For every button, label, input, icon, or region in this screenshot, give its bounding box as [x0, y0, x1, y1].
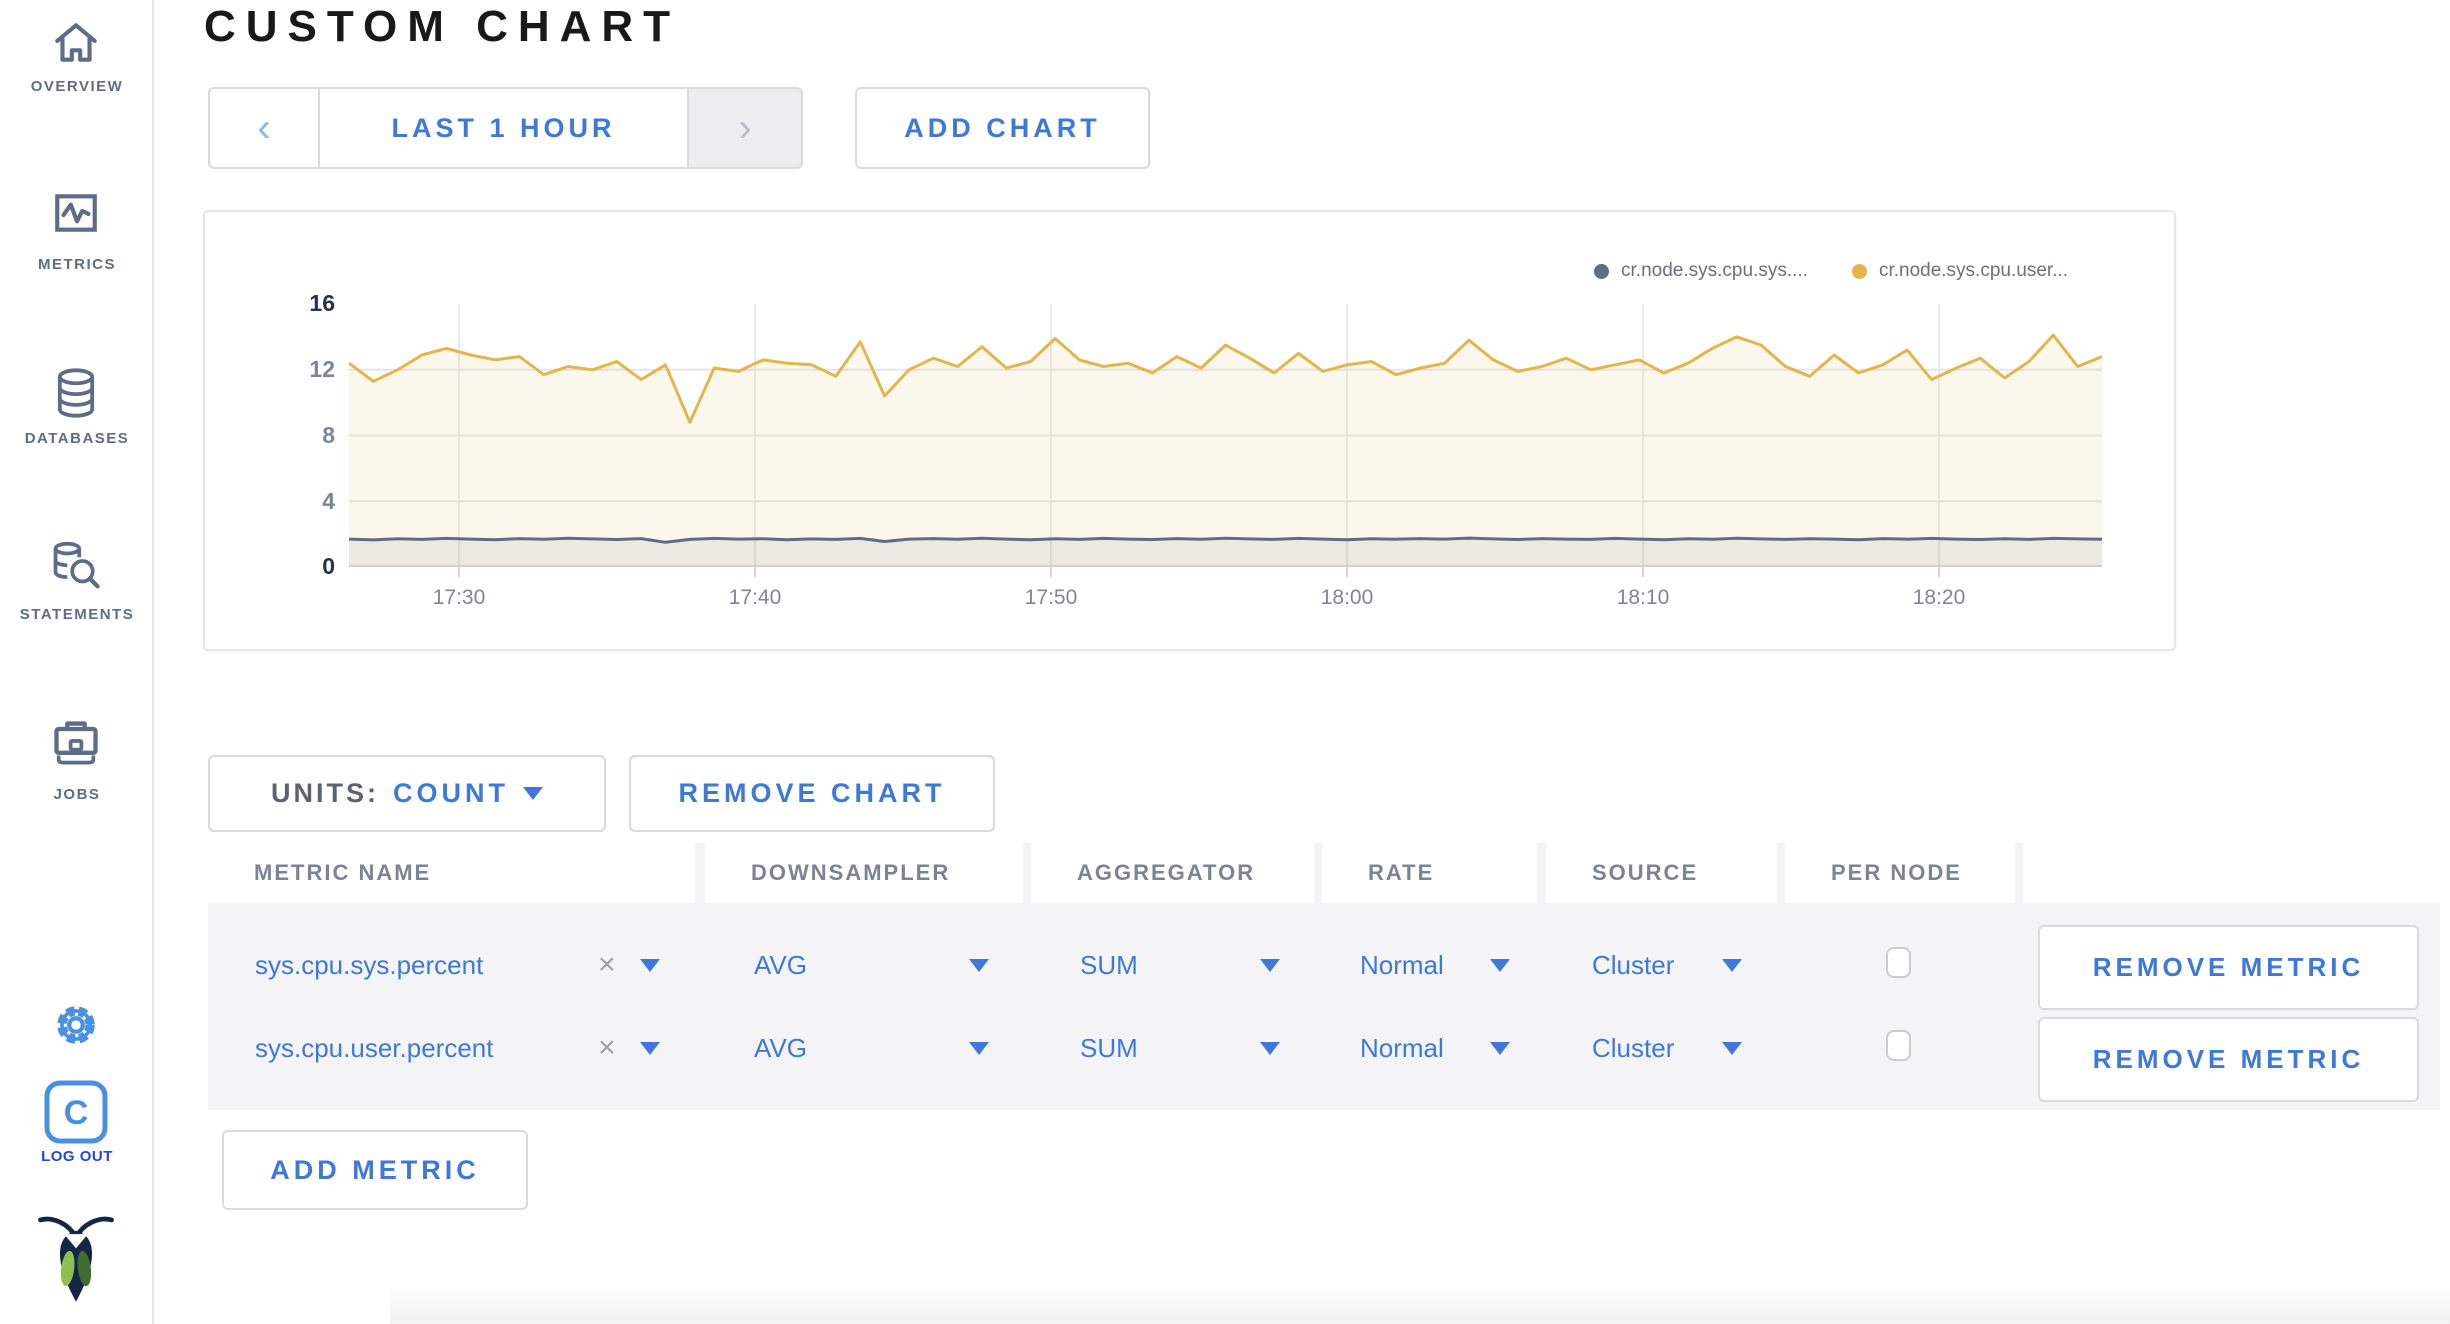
legend-dot-user	[1851, 263, 1867, 279]
x-axis-tick: 18:00	[1320, 586, 1374, 609]
remove-metric-button[interactable]: REMOVE METRIC	[2038, 1017, 2419, 1102]
home-icon	[55, 23, 97, 62]
units-dropdown[interactable]: UNITS: COUNT	[208, 755, 606, 832]
remove-metric-label: REMOVE METRIC	[2092, 952, 2365, 982]
aggregator-value[interactable]: SUM	[1080, 948, 1138, 982]
sidebar-item-label: JOBS	[53, 786, 101, 803]
logout-label: LOG OUT	[41, 1148, 113, 1165]
chart-card: cr.node.sys.cpu.sys.... cr.node.sys.cpu.…	[203, 210, 2176, 651]
statements-icon	[53, 541, 100, 589]
add-chart-button[interactable]: ADD CHART	[855, 87, 1150, 169]
caret-down-icon[interactable]	[640, 959, 660, 972]
y-axis-tick: 0	[322, 553, 335, 579]
aggregator-value[interactable]: SUM	[1080, 1031, 1138, 1065]
y-axis-tick: 8	[322, 422, 335, 448]
column-header-source: SOURCE	[1546, 843, 1777, 903]
rate-value[interactable]: Normal	[1360, 1031, 1444, 1065]
caret-down-icon[interactable]	[640, 1042, 660, 1055]
metric-name-value[interactable]: sys.cpu.sys.percent	[255, 948, 483, 982]
legend-item[interactable]: cr.node.sys.cpu.sys....	[1594, 260, 1808, 282]
metric-name-value[interactable]: sys.cpu.user.percent	[255, 1031, 493, 1065]
timeseries-chart	[349, 304, 2102, 577]
time-range-prev-button[interactable]: ‹	[210, 89, 320, 167]
downsampler-value[interactable]: AVG	[754, 948, 807, 982]
gear-icon[interactable]	[51, 1000, 101, 1050]
units-value: COUNT	[393, 778, 509, 808]
cockroachdb-logo	[38, 1216, 114, 1302]
x-axis-tick: 17:40	[728, 586, 782, 609]
y-axis-tick: 4	[322, 488, 335, 514]
briefcase-icon	[54, 721, 98, 765]
caret-down-icon[interactable]	[1722, 959, 1742, 972]
legend-label: cr.node.sys.cpu.user...	[1878, 260, 2068, 281]
add-metric-label: ADD METRIC	[270, 1154, 480, 1185]
svg-text:C: C	[64, 1094, 89, 1132]
column-header-rate: RATE	[1322, 843, 1537, 903]
chevron-left-icon: ‹	[257, 105, 271, 150]
caret-down-icon[interactable]	[969, 1042, 989, 1055]
per-node-checkbox[interactable]	[1886, 1030, 1911, 1061]
source-value[interactable]: Cluster	[1592, 948, 1674, 982]
y-axis-tick: 16	[309, 290, 335, 316]
caret-down-icon[interactable]	[1260, 1042, 1280, 1055]
custom-chart-page: OVERVIEW METRICS DATABASES STATEMENTS JO…	[0, 0, 2450, 1324]
x-axis-tick: 17:30	[432, 586, 486, 609]
database-icon	[57, 368, 95, 418]
remove-metric-label: REMOVE METRIC	[2092, 1044, 2365, 1074]
sidebar-item-label: STATEMENTS	[19, 606, 135, 623]
time-range-label: LAST 1 HOUR	[391, 112, 616, 143]
time-range-dropdown[interactable]: LAST 1 HOUR	[320, 89, 687, 167]
page-title: CUSTOM CHART	[204, 2, 681, 51]
add-metric-button[interactable]: ADD METRIC	[222, 1130, 528, 1210]
x-axis-tick: 18:10	[1616, 586, 1670, 609]
add-chart-label: ADD CHART	[904, 112, 1101, 143]
caret-down-icon[interactable]	[969, 959, 989, 972]
chevron-right-icon: ›	[738, 105, 752, 150]
source-value[interactable]: Cluster	[1592, 1031, 1674, 1065]
time-range-next-button[interactable]: ›	[687, 89, 801, 167]
rate-value[interactable]: Normal	[1360, 948, 1444, 982]
x-axis-tick: 18:20	[1912, 586, 1966, 609]
units-label: UNITS:	[271, 778, 379, 808]
column-header-metric-name: METRIC NAME	[208, 843, 695, 903]
legend-item[interactable]: cr.node.sys.cpu.user...	[1851, 260, 2068, 282]
caret-down-icon[interactable]	[1490, 1042, 1510, 1055]
y-axis-tick: 12	[309, 356, 335, 382]
column-header-downsampler: DOWNSAMPLER	[705, 843, 1023, 903]
clear-metric-icon[interactable]: ×	[598, 1031, 616, 1065]
caret-down-icon	[523, 787, 543, 800]
time-range-selector: ‹ LAST 1 HOUR ›	[208, 87, 803, 169]
bottom-scroll-shadow	[390, 1286, 2450, 1324]
sidebar-item-label: METRICS	[38, 256, 116, 273]
downsampler-value[interactable]: AVG	[754, 1031, 807, 1065]
cockroach-c-icon: C	[44, 1080, 108, 1144]
clear-metric-icon[interactable]: ×	[598, 948, 616, 982]
legend-dot-sys	[1594, 263, 1610, 279]
per-node-checkbox[interactable]	[1886, 947, 1911, 978]
legend-label: cr.node.sys.cpu.sys....	[1621, 260, 1808, 281]
sidebar-item-label: DATABASES	[24, 430, 130, 447]
caret-down-icon[interactable]	[1260, 959, 1280, 972]
column-header-actions	[2023, 843, 2440, 903]
x-axis-tick: 17:50	[1024, 586, 1078, 609]
column-header-per-node: PER NODE	[1785, 843, 2015, 903]
caret-down-icon[interactable]	[1490, 959, 1510, 972]
chart-legend: cr.node.sys.cpu.sys.... cr.node.sys.cpu.…	[1594, 260, 2068, 282]
metrics-icon	[55, 194, 97, 232]
column-header-aggregator: AGGREGATOR	[1031, 843, 1314, 903]
caret-down-icon[interactable]	[1722, 1042, 1742, 1055]
sidebar-item-label: OVERVIEW	[30, 78, 124, 95]
sidebar: OVERVIEW METRICS DATABASES STATEMENTS JO…	[0, 0, 154, 1324]
remove-metric-button[interactable]: REMOVE METRIC	[2038, 925, 2419, 1010]
remove-chart-label: REMOVE CHART	[678, 778, 946, 808]
remove-chart-button[interactable]: REMOVE CHART	[629, 755, 995, 832]
